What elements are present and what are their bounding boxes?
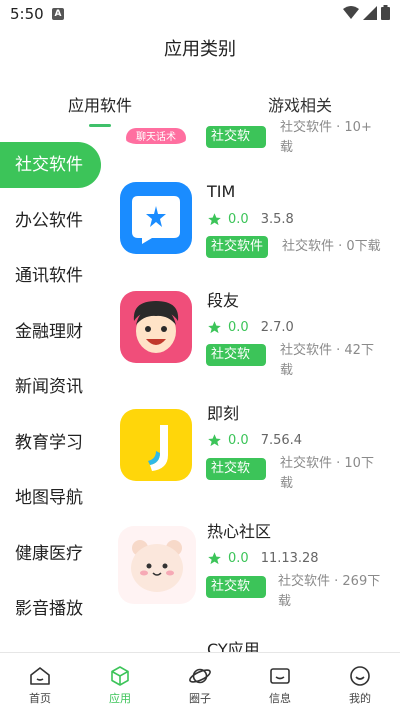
nav-label: 圈子 xyxy=(189,692,211,705)
app-meta-line: 社交软件 · 269下 xyxy=(278,574,381,589)
app-name: TIM xyxy=(207,182,236,201)
signal-icon xyxy=(363,5,377,20)
app-meta-line: 社交软件 · 10+ xyxy=(280,120,372,135)
status-bar: 5:50 A xyxy=(0,0,400,30)
app-meta-line: 载 xyxy=(280,476,294,491)
jike-logo-icon xyxy=(148,425,168,471)
nav-profile[interactable]: 我的 xyxy=(320,653,400,712)
nav-home[interactable]: 首页 xyxy=(0,653,80,712)
category-tag: 社交软 xyxy=(206,576,266,598)
app-meta: 社交软件 · 269下 载 xyxy=(278,572,380,612)
app-meta-line: 载 xyxy=(280,140,294,155)
app-meta-line: 社交软件 · 42下 xyxy=(280,343,374,358)
category-tag: 社交软件 xyxy=(206,236,269,258)
nav-label: 我的 xyxy=(349,692,371,705)
home-icon xyxy=(30,667,50,685)
app-meta: 社交软件 · 42下 载 xyxy=(280,341,374,381)
rating-row: 0.0 7.56.4 xyxy=(207,433,302,448)
app-version: 2.7.0 xyxy=(260,320,294,335)
app-meta: 社交软件 · 10下 载 xyxy=(280,454,374,494)
app-meta-line: 社交软件 · 0下载 xyxy=(282,239,381,254)
category-sidebar: 社交软件 办公软件 通讯软件 金融理财 新闻资讯 教育学习 地图导航 健康医疗 … xyxy=(0,140,110,652)
duanyou-face-icon xyxy=(133,301,179,353)
nav-label: 首页 xyxy=(29,692,51,705)
app-list: 聊天话术 社交软 社交软件 · 10+ 载 TIM 0.0 3.5.8 社交软件… xyxy=(110,120,400,652)
app-name: 即刻 xyxy=(207,404,240,423)
status-icons xyxy=(343,5,390,20)
app-meta: 社交软件 · 10+ 载 xyxy=(280,120,372,158)
smile-icon xyxy=(350,666,370,686)
app-meta: 社交软件 · 0下载 xyxy=(282,237,381,257)
app-version: 11.13.28 xyxy=(260,551,319,566)
sidebar-item-media[interactable]: 影音播放 xyxy=(0,586,102,632)
sidebar-item-map[interactable]: 地图导航 xyxy=(0,475,102,521)
page-title: 应用类别 xyxy=(164,39,236,60)
nav-label: 应用 xyxy=(109,692,131,705)
app-name: 段友 xyxy=(207,291,240,310)
chat-script-app-icon: 聊天话术 xyxy=(120,120,192,144)
cube-icon xyxy=(111,666,129,686)
star-icon xyxy=(208,434,221,447)
rating-row: 0.0 3.5.8 xyxy=(207,212,294,227)
bottom-nav: 首页 应用 圈子 信息 我的 xyxy=(0,652,400,712)
sidebar-item-health[interactable]: 健康医疗 xyxy=(0,531,102,577)
wifi-icon xyxy=(343,5,359,19)
app-meta-line: 载 xyxy=(280,363,294,378)
sidebar-item-finance[interactable]: 金融理财 xyxy=(0,309,102,355)
rating-row: 0.0 2.7.0 xyxy=(207,320,294,335)
battery-icon xyxy=(381,5,390,20)
app-rating: 0.0 xyxy=(228,433,249,448)
notification-icon: A xyxy=(52,8,64,20)
nav-circle[interactable]: 圈子 xyxy=(160,653,240,712)
nav-messages[interactable]: 信息 xyxy=(240,653,320,712)
app-name: CY应用 xyxy=(207,640,260,652)
duanyou-app-icon xyxy=(120,291,192,363)
app-rating: 0.0 xyxy=(228,320,249,335)
message-icon xyxy=(270,668,290,684)
sidebar-item-education[interactable]: 教育学习 xyxy=(0,420,102,466)
rating-row: 0.0 11.13.28 xyxy=(207,551,319,566)
star-icon xyxy=(208,321,221,334)
app-rating: 0.0 xyxy=(228,551,249,566)
jike-app-icon xyxy=(120,409,192,481)
app-version: 7.56.4 xyxy=(260,433,303,448)
tim-app-icon xyxy=(120,182,192,254)
bear-icon xyxy=(131,540,183,592)
app-version: 3.5.8 xyxy=(260,212,294,227)
app-meta-line: 社交软件 · 10下 xyxy=(280,456,374,471)
nav-label: 信息 xyxy=(269,692,291,705)
star-icon xyxy=(208,213,221,226)
planet-icon xyxy=(189,668,211,684)
sidebar-item-communication[interactable]: 通讯软件 xyxy=(0,253,102,299)
status-time: 5:50 xyxy=(10,5,44,23)
chat-script-icon-label: 聊天话术 xyxy=(126,128,186,144)
app-meta-line: 载 xyxy=(278,594,292,609)
tim-logo-icon xyxy=(132,196,180,244)
category-tag: 社交软 xyxy=(206,344,266,366)
nav-apps[interactable]: 应用 xyxy=(80,653,160,712)
category-tag: 社交软 xyxy=(206,126,266,148)
sidebar-item-news[interactable]: 新闻资讯 xyxy=(0,364,102,410)
rexin-app-icon xyxy=(118,526,196,604)
category-tag: 社交软 xyxy=(206,458,266,480)
sidebar-item-social[interactable]: 社交软件 xyxy=(0,142,101,188)
app-name: 热心社区 xyxy=(207,522,272,541)
star-icon xyxy=(208,552,221,565)
title-bar: 应用类别 xyxy=(0,30,400,70)
app-rating: 0.0 xyxy=(228,212,249,227)
tab-indicator xyxy=(89,124,111,127)
sidebar-item-office[interactable]: 办公软件 xyxy=(0,198,102,244)
